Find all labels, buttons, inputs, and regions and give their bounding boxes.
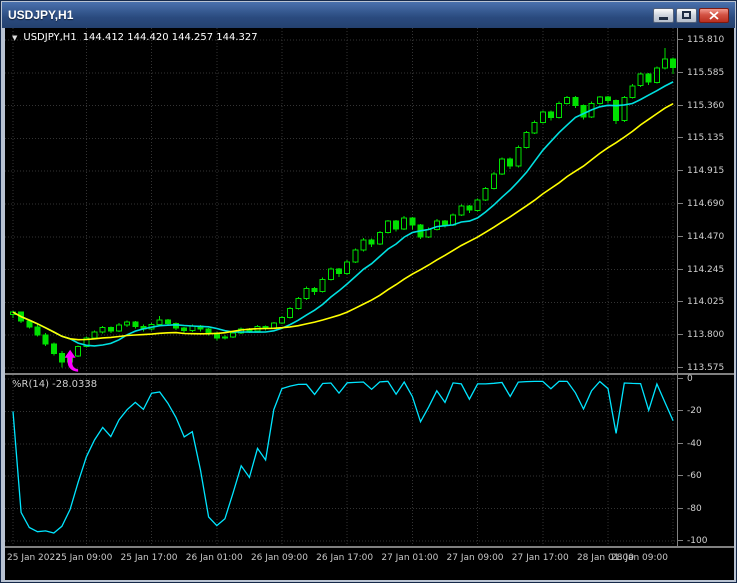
indicator-label: %R(14) -28.0338 [12, 379, 98, 390]
time-axis-label: 26 Jan 01:00 [185, 553, 243, 563]
price-axis-label: 114.025 [676, 297, 725, 308]
one-click-trading-arrow-icon[interactable]: ▼ [12, 33, 17, 43]
chart-window: USDJPY,H1 ▼ USDJPY,H1 144.412 144.420 14… [0, 0, 737, 583]
time-axis-label: 27 Jan 01:00 [381, 553, 439, 563]
time-axis-label: 26 Jan 17:00 [316, 553, 374, 563]
indicator-axis-label: -60 [677, 471, 702, 482]
ohlc-values: 144.412 144.420 144.257 144.327 [82, 32, 258, 43]
price-axis-label: 114.245 [676, 264, 725, 275]
price-axis-label: 113.575 [676, 363, 725, 373]
symbol-label: USDJPY,H1 [23, 32, 77, 43]
maximize-button[interactable] [676, 7, 697, 23]
price-axis-label: 114.690 [676, 199, 725, 209]
indicator-axis[interactable]: 0 -20 -40 -60 -80 -100 [676, 374, 734, 546]
window-controls [653, 7, 729, 23]
indicator-axis-label: 0 [677, 374, 693, 384]
title-bar[interactable]: USDJPY,H1 [2, 2, 735, 28]
ohlc-readout: ▼ USDJPY,H1 144.412 144.420 144.257 144.… [12, 32, 258, 43]
price-axis[interactable]: 115.810 115.585 115.360 115.135 114.915 114.6… [676, 28, 734, 373]
maximize-icon [682, 11, 691, 19]
indicator-axis-label: -40 [677, 438, 702, 449]
time-axis-label: 27 Jan 17:00 [511, 553, 569, 563]
indicator-axis-label: -100 [676, 536, 708, 546]
time-axis-label: 25 Jan 2022 [7, 553, 61, 563]
price-axis-label: 115.135 [676, 133, 725, 144]
slow-ma-line [12, 102, 674, 341]
time-axis-label: 28 Jan 09:00 [611, 553, 668, 563]
close-icon [709, 10, 719, 20]
time-axis-label: 25 Jan 17:00 [120, 553, 178, 563]
williams-r-plot[interactable] [5, 375, 677, 546]
window-title: USDJPY,H1 [8, 8, 74, 22]
chart-area: ▼ USDJPY,H1 144.412 144.420 144.257 144.… [5, 28, 734, 580]
minimize-icon [659, 17, 668, 20]
minimize-button[interactable] [653, 7, 674, 23]
price-axis-label: 115.810 [676, 35, 725, 45]
time-axis-label: 27 Jan 09:00 [446, 553, 504, 563]
williams-r-line [12, 380, 674, 534]
indicator-grid [5, 375, 677, 546]
close-button[interactable] [699, 7, 729, 23]
fast-ma-line [12, 81, 674, 347]
indicator-axis-label: -20 [677, 406, 702, 417]
time-axis[interactable]: 25 Jan 2022 25 Jan 09:00 25 Jan 17:00 26 Ja… [5, 548, 734, 580]
time-axis-label: 25 Jan 09:00 [55, 553, 113, 563]
candles-group [10, 48, 677, 368]
price-axis-divider [677, 28, 678, 548]
candlestick-plot[interactable] [5, 28, 677, 373]
price-axis-label: 113.800 [676, 330, 725, 341]
indicator-axis-label: -80 [677, 503, 702, 514]
price-axis-label: 114.470 [676, 231, 725, 242]
time-axis-label: 26 Jan 09:00 [250, 553, 308, 563]
price-axis-label: 115.360 [676, 100, 725, 111]
price-axis-label: 115.585 [676, 67, 725, 78]
main-grid [5, 28, 677, 373]
price-axis-label: 114.915 [676, 166, 725, 177]
